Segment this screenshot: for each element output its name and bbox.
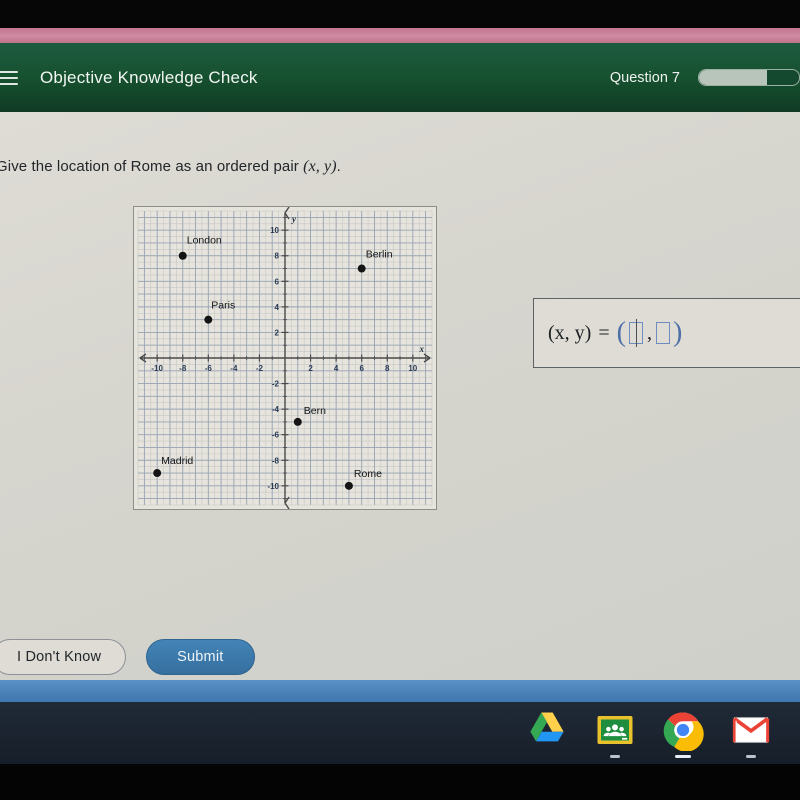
svg-text:Bern: Bern xyxy=(304,405,326,417)
svg-text:4: 4 xyxy=(334,364,339,373)
svg-text:4: 4 xyxy=(275,303,280,312)
question-counter: Question 7 xyxy=(609,69,680,86)
svg-text:2: 2 xyxy=(275,328,280,337)
screen-photograph: Objective Knowledge Check Question 7 Giv… xyxy=(0,0,800,800)
svg-text:-6: -6 xyxy=(272,431,280,440)
svg-text:10: 10 xyxy=(270,226,279,235)
axis-names: xy xyxy=(291,214,425,354)
question-content-area: Give the location of Rome as an ordered … xyxy=(0,112,800,680)
running-indicator xyxy=(746,755,756,758)
svg-text:x: x xyxy=(419,344,425,354)
submit-button[interactable]: Submit xyxy=(146,639,255,675)
svg-text:8: 8 xyxy=(385,364,390,373)
answer-input-box[interactable]: (x, y) = ( , ) xyxy=(533,298,800,368)
close-paren: ) xyxy=(672,317,683,348)
hamburger-bar xyxy=(0,82,18,85)
open-paren: ( xyxy=(616,317,626,348)
svg-text:Paris: Paris xyxy=(211,300,235,312)
answer-comma: , xyxy=(646,321,652,344)
google-chrome-icon xyxy=(663,712,704,751)
browser-window-edge xyxy=(0,680,800,702)
svg-text:London: London xyxy=(187,235,222,247)
x-coordinate-input[interactable] xyxy=(628,319,643,347)
screen-bezel-top xyxy=(0,0,800,28)
answer-label: (x, y) xyxy=(548,321,592,344)
equals-sign: = xyxy=(598,321,610,344)
shelf-item-google-chrome[interactable] xyxy=(660,709,706,758)
svg-text:2: 2 xyxy=(308,364,313,373)
progress-bar-fill xyxy=(699,70,767,85)
action-button-row: I Don't Know Submit xyxy=(0,639,255,675)
question-prompt-tail: . xyxy=(336,158,341,175)
background-window-strip xyxy=(0,28,800,43)
svg-text:6: 6 xyxy=(275,277,280,286)
page-title: Objective Knowledge Check xyxy=(40,67,258,87)
hamburger-bar xyxy=(0,70,18,73)
svg-text:Berlin: Berlin xyxy=(366,249,393,261)
coordinate-plane-graph: -10 -8 -6 -4 -2 2 4 6 8 10 10 8 6 4 2 -2 -4 -6 -8 -10 xy Lo… xyxy=(133,206,437,510)
svg-text:-8: -8 xyxy=(272,456,280,465)
answer-expression: (x, y) = ( , ) xyxy=(548,319,682,347)
running-indicator xyxy=(610,755,620,758)
svg-text:10: 10 xyxy=(408,364,417,373)
running-indicator xyxy=(675,755,691,758)
screen-bezel-bottom xyxy=(0,764,800,800)
gmail-icon xyxy=(732,717,770,743)
shelf-app-list xyxy=(524,709,774,758)
google-drive-icon xyxy=(530,712,564,742)
svg-text:-8: -8 xyxy=(179,364,187,373)
hamburger-menu-icon[interactable] xyxy=(0,70,18,85)
taskbar-shelf xyxy=(0,702,800,764)
question-prompt-lead: Give the location of Rome as an ordered … xyxy=(0,158,304,175)
shelf-item-google-drive[interactable] xyxy=(524,709,570,758)
svg-text:y: y xyxy=(291,214,297,224)
google-classroom-icon xyxy=(597,716,633,744)
shelf-item-google-classroom[interactable] xyxy=(592,709,638,758)
progress-bar xyxy=(698,69,800,86)
y-coordinate-input[interactable] xyxy=(655,322,670,344)
svg-text:6: 6 xyxy=(359,364,364,373)
svg-text:-2: -2 xyxy=(256,364,264,373)
question-prompt: Give the location of Rome as an ordered … xyxy=(0,158,341,176)
svg-text:8: 8 xyxy=(275,252,280,261)
header-right-group: Question 7 xyxy=(610,69,800,86)
svg-text:-4: -4 xyxy=(272,405,280,414)
svg-text:-6: -6 xyxy=(205,364,213,373)
svg-text:-10: -10 xyxy=(267,482,279,491)
svg-text:-2: -2 xyxy=(272,380,280,389)
coordinate-plane-svg: -10 -8 -6 -4 -2 2 4 6 8 10108642-2-4-6-8-10 xy Lo… xyxy=(137,207,433,509)
hamburger-bar xyxy=(0,76,18,79)
svg-text:-4: -4 xyxy=(230,364,238,373)
svg-text:Madrid: Madrid xyxy=(161,455,193,467)
svg-text:Rome: Rome xyxy=(354,468,382,480)
i-dont-know-button[interactable]: I Don't Know xyxy=(0,639,127,675)
app-header: Objective Knowledge Check Question 7 xyxy=(0,43,800,112)
question-prompt-math: (x, y) xyxy=(303,158,337,175)
svg-text:-10: -10 xyxy=(151,364,163,373)
shelf-item-gmail[interactable] xyxy=(728,709,774,758)
